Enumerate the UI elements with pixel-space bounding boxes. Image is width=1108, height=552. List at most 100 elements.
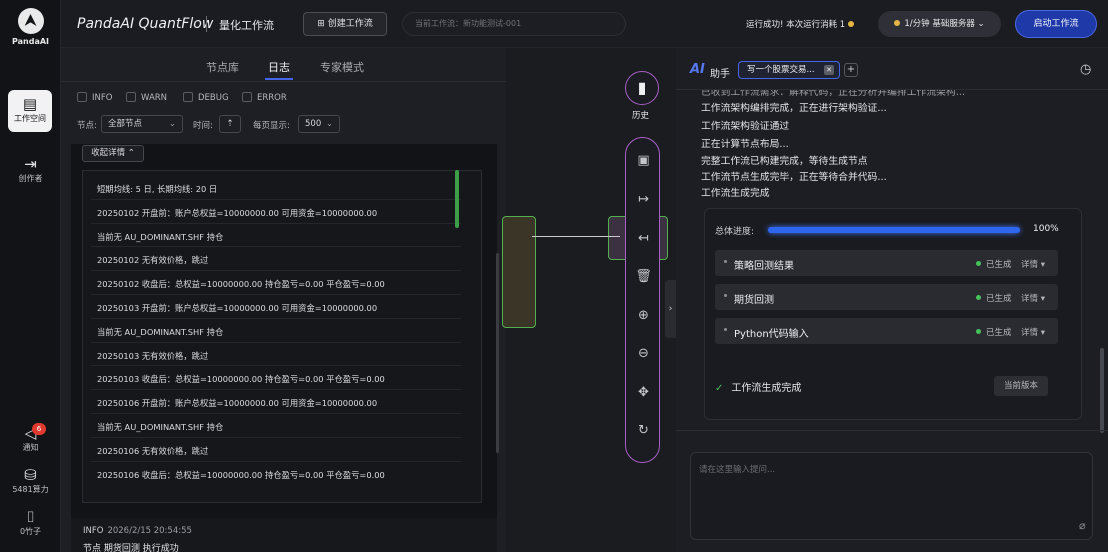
node-filter-value: 全部节点 [108, 119, 143, 129]
filter-warn-checkbox[interactable]: WARN [126, 92, 167, 103]
log-list: 短期均线: 5 日, 长期均线: 20 日 20250102 开盘前：账户总权益=… [82, 170, 482, 503]
step-detail-toggle[interactable]: 详情 ▾ [1021, 292, 1045, 304]
close-icon[interactable]: ✕ [824, 65, 834, 75]
attachment-icon[interactable]: ⌀ [1079, 519, 1086, 532]
log-line: 当前无 AU_DOMINANT.SHF 持仓 [97, 326, 224, 337]
filter-error-checkbox[interactable]: ERROR [242, 92, 287, 103]
log-divider [91, 294, 461, 295]
step-item[interactable]: 期货回测 已生成 详情 ▾ [715, 284, 1058, 310]
per-page-select[interactable]: 500 ⌄ [298, 115, 340, 133]
check-icon: ✓ [715, 383, 724, 394]
workflow-canvas[interactable]: ▮ 历史 ▣ ↦ ↤ 🗑 ⊕ ⊖ ✥ ↻ › [502, 48, 676, 552]
filter-info-checkbox[interactable]: INFO [77, 92, 112, 103]
log-divider [91, 198, 461, 200]
log-detail: 收起详情 ⌃ 短期均线: 5 日, 长期均线: 20 日 20250102 开盘前… [71, 144, 497, 552]
zoom-out-icon[interactable]: ⊖ [626, 346, 661, 361]
step-item[interactable]: 策略回测结果 已生成 详情 ▾ [715, 250, 1058, 276]
workspace-icon: ▤ [22, 95, 38, 113]
top-header: PandaAI QuantFlow 量化工作流 ⊞ 创建工作流 当前工作流：新功… [61, 0, 1108, 48]
delete-icon[interactable]: 🗑 [626, 269, 661, 284]
log-line: 20250106 收盘后：总权益=10000000.00 持仓盈亏=0.00 平… [97, 469, 385, 480]
tab-logs[interactable]: 日志 [268, 59, 290, 75]
collapse-details-button[interactable]: 收起详情 ⌃ [82, 145, 144, 162]
create-workflow-label: 创建工作流 [327, 19, 373, 29]
progress-value: 100% [1033, 224, 1059, 234]
start-workflow-button[interactable]: 启动工作流 [1015, 10, 1097, 38]
rail-item-compute[interactable]: ⛁ 5481算力 [0, 466, 61, 495]
chat-message: 工作流架构编排完成，正在进行架构验证... [701, 103, 887, 114]
step-status: 已生成 [976, 326, 1012, 338]
chat-message: 正在计算节点布局... [701, 139, 789, 150]
rail-item-label: 创作者 [18, 174, 43, 183]
step-status: 已生成 [976, 292, 1012, 304]
zoom-in-icon[interactable]: ⊕ [626, 308, 661, 323]
save-icon[interactable]: ▣ [626, 153, 661, 168]
create-workflow-button[interactable]: ⊞ 创建工作流 [303, 12, 387, 36]
import-icon[interactable]: ↤ [626, 231, 661, 246]
app-subtitle: 量化工作流 [219, 19, 274, 32]
server-select[interactable]: 1/分钟 基础服务器 ⌄ [878, 11, 1001, 37]
run-status-text: 运行成功! 本次运行消耗 1 [746, 20, 846, 30]
tab-node-library[interactable]: 节点库 [206, 59, 239, 75]
chat-tab-label: 写一个股票交易... [747, 65, 815, 75]
chat-message: 工作流节点生成完毕，正在等待合并代码... [701, 172, 887, 183]
expand-panel-button[interactable]: › [665, 280, 676, 338]
checkbox-icon [77, 92, 87, 102]
history-button[interactable]: ▮ [625, 71, 659, 105]
plus-square-icon: ⊞ [317, 19, 328, 29]
ai-logo-icon: AI [690, 62, 705, 77]
step-name: 策略回测结果 [734, 261, 794, 272]
bar-chart-icon: ▮ [637, 78, 647, 97]
chat-tab[interactable]: 写一个股票交易... ✕ [738, 61, 840, 79]
log-footer-entry: INFO 2026/2/15 20:54:55 节点 期货回测 执行成功 [71, 518, 497, 552]
log-scrollbar[interactable] [455, 170, 459, 228]
bamboo-icon: ⌷ [25, 508, 35, 526]
divider [676, 430, 1108, 431]
log-line: 20250103 无有效价格，跳过 [97, 350, 209, 361]
app-title: PandaAI QuantFlow [77, 16, 214, 32]
log-line: 20250102 开盘前：账户总权益=10000000.00 可用资金=1000… [97, 207, 378, 218]
workflow-node[interactable] [502, 216, 536, 328]
current-version-button[interactable]: 当前版本 [994, 376, 1048, 396]
rail-item-workspace[interactable]: ▤ 工作空间 [8, 90, 52, 132]
log-divider [91, 413, 461, 414]
per-page-label: 每页显示: [253, 121, 290, 131]
chat-message: 工作流生成完成 [701, 188, 770, 199]
export-icon[interactable]: ↦ [626, 192, 661, 207]
rail-item-notifications[interactable]: ◁ 通知 [0, 424, 61, 453]
question-input[interactable]: 请在这里输入提问... ⌀ [690, 452, 1093, 540]
checkbox-label: ERROR [257, 93, 287, 103]
step-status: 已生成 [976, 258, 1012, 270]
history-clock-icon[interactable]: ◷ [1080, 62, 1091, 77]
current-workflow-field[interactable]: 当前工作流：新功能测试-001 [402, 12, 626, 36]
time-sort-label: 时间: [193, 121, 213, 131]
refresh-icon[interactable]: ↻ [626, 423, 661, 438]
panel-scrollbar[interactable] [496, 253, 499, 453]
step-detail-toggle[interactable]: 详情 ▾ [1021, 326, 1045, 338]
left-rail: PandaAI ▤ 工作空间 ⇥ 创作者 ◁ 通知 6 ⛁ 5481算力 ⌷ 0… [0, 0, 61, 552]
logo-text: PandaAI [11, 37, 50, 46]
rail-item-creator[interactable]: ⇥ 创作者 [0, 155, 61, 184]
filter-debug-checkbox[interactable]: DEBUG [183, 92, 229, 103]
rail-item-label: 通知 [22, 443, 39, 452]
checkbox-label: INFO [92, 93, 113, 103]
step-name: Python代码输入 [734, 329, 809, 340]
checkbox-icon [126, 92, 136, 102]
log-divider [91, 246, 461, 248]
log-line: 当前无 AU_DOMINANT.SHF 持仓 [97, 231, 224, 242]
assistant-scrollbar[interactable] [1100, 348, 1104, 433]
logo[interactable]: PandaAI [0, 8, 61, 46]
node-filter-label: 节点: [77, 121, 97, 131]
new-chat-button[interactable]: + [844, 63, 858, 77]
log-divider [91, 460, 461, 462]
step-item[interactable]: Python代码输入 已生成 详情 ▾ [715, 318, 1058, 344]
fit-view-icon[interactable]: ✥ [626, 385, 661, 400]
time-sort-button[interactable]: ⇡ [219, 115, 241, 133]
node-filter-select[interactable]: 全部节点 ⌄ [101, 115, 183, 133]
compute-icon: ⛁ [24, 466, 37, 484]
tab-expert-mode[interactable]: 专家模式 [320, 59, 364, 75]
step-detail-toggle[interactable]: 详情 ▾ [1021, 258, 1045, 270]
checkbox-label: WARN [141, 93, 168, 103]
log-time: 2026/2/15 20:54:55 [107, 526, 192, 536]
rail-item-bamboo[interactable]: ⌷ 0竹子 [0, 508, 61, 537]
